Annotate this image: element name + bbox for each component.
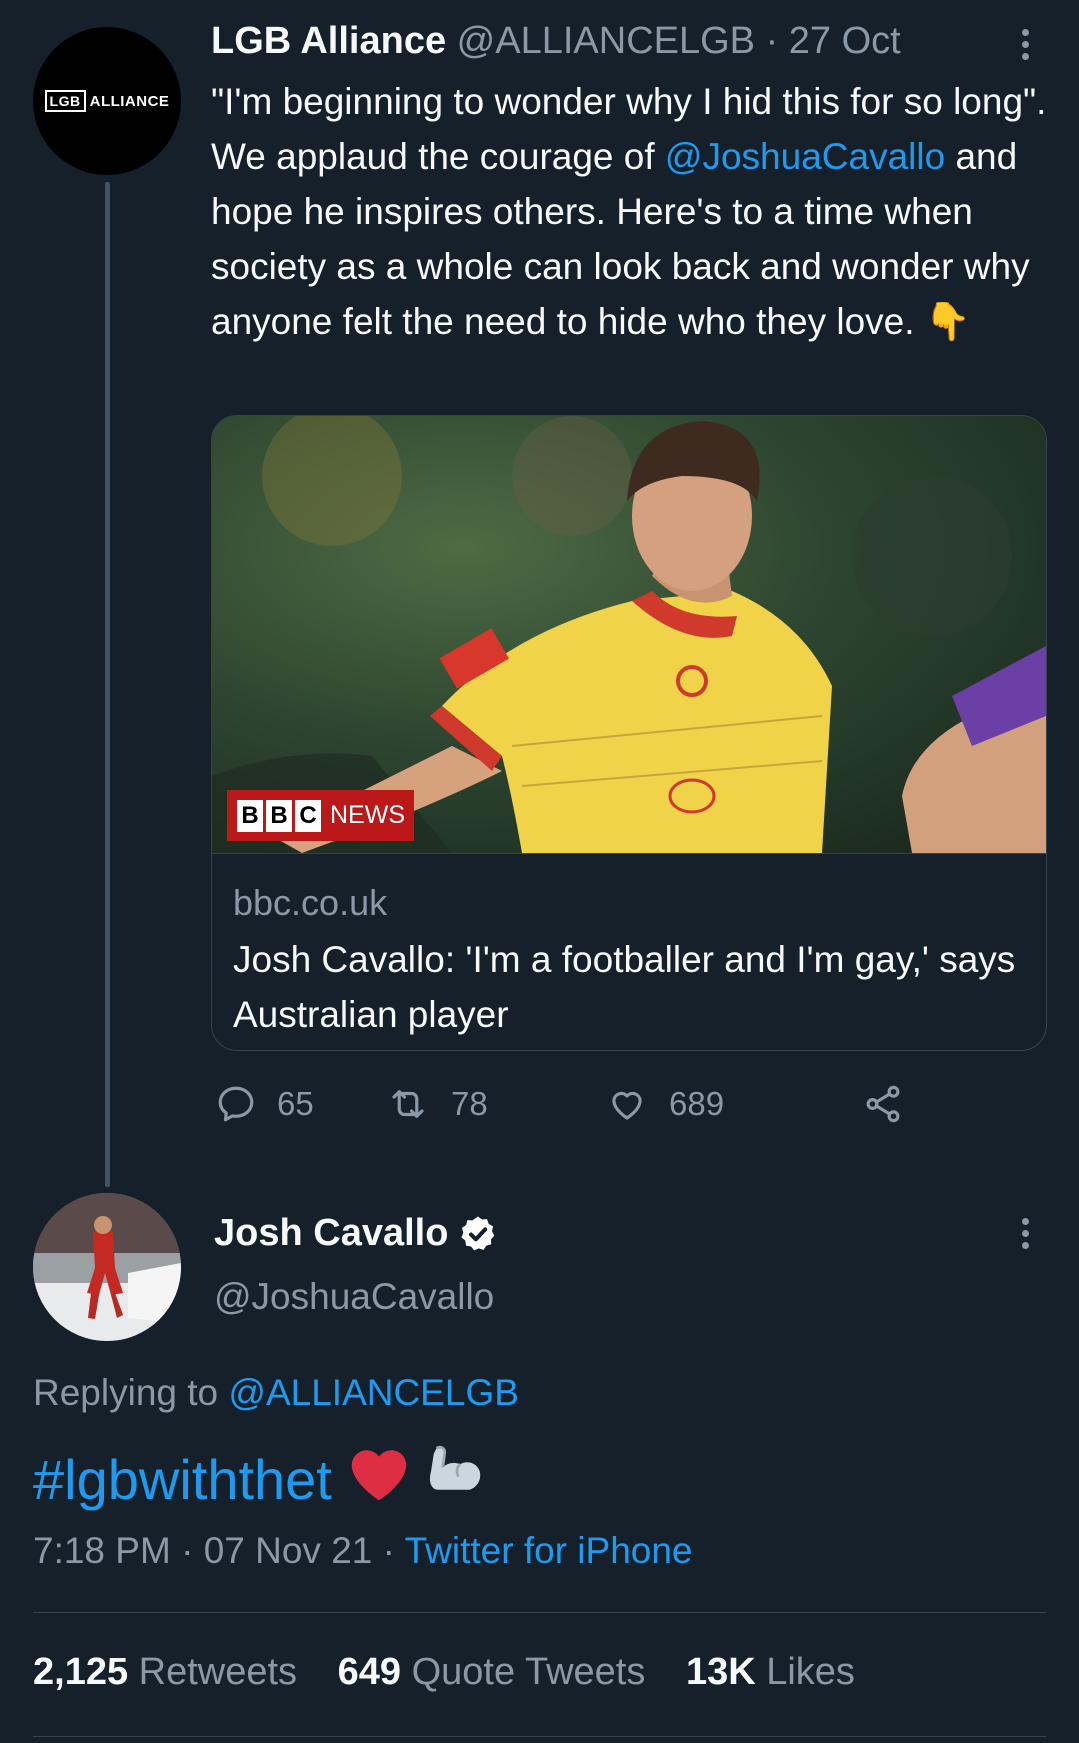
likes-stat[interactable]: 13K Likes <box>686 1651 855 1693</box>
like-button[interactable]: 689 <box>605 1083 724 1125</box>
tweet1-separator: · <box>765 20 779 62</box>
tweet2-date[interactable]: 07 Nov 21 <box>204 1530 373 1571</box>
retweet-icon <box>392 1090 424 1118</box>
tweet1-author-name[interactable]: LGB Alliance <box>211 20 446 62</box>
tweet2-source[interactable]: Twitter for iPhone <box>405 1530 693 1571</box>
josh-cavallo-avatar[interactable] <box>33 1193 181 1341</box>
share-icon <box>866 1085 900 1123</box>
tweet2-handle[interactable]: @JoshuaCavallo <box>214 1276 494 1318</box>
divider <box>33 1612 1046 1613</box>
heart-icon <box>612 1091 642 1120</box>
verified-badge-icon <box>461 1216 495 1250</box>
tweet1-text: "I'm beginning to wonder why I hid this … <box>211 81 1047 342</box>
reply-count: 65 <box>277 1085 314 1122</box>
tweet2-time[interactable]: 7:18 PM <box>33 1530 171 1571</box>
like-count: 689 <box>669 1085 725 1122</box>
retweet-count: 78 <box>451 1085 488 1122</box>
share-button[interactable] <box>861 1083 925 1125</box>
flexed-biceps-emoji <box>420 1440 486 1519</box>
mention-joshuacavallo[interactable]: @JoshuaCavallo <box>665 136 945 177</box>
tweet2-text: #lgbwiththet <box>33 1440 486 1519</box>
quote-tweets-stat[interactable]: 649 Quote Tweets <box>338 1651 646 1693</box>
tweet1-header: LGB Alliance @ALLIANCELGB · 27 Oct <box>211 20 901 63</box>
tweet1-action-bar: 65 78 689 <box>211 1083 1051 1133</box>
card-title: Josh Cavallo: 'I'm a footballer and I'm … <box>233 939 1016 1035</box>
tweet2-author[interactable]: Josh Cavallo <box>214 1212 498 1255</box>
card-image: B B C NEWS <box>212 416 1046 853</box>
thread-line <box>105 182 110 1187</box>
hashtag-lgbwiththet[interactable]: #lgbwiththet <box>33 1447 332 1512</box>
retweets-stat[interactable]: 2,125 Retweets <box>33 1651 297 1693</box>
footballer-photo <box>212 416 1046 853</box>
tweet2-more-icon[interactable] <box>1010 1213 1040 1253</box>
card-domain: bbc.co.uk <box>233 882 388 923</box>
tweet2-stats: 2,125 Retweets 649 Quote Tweets 13K Like… <box>33 1651 855 1694</box>
tweet2-meta: 7:18 PM · 07 Nov 21 · Twitter for iPhone <box>33 1530 693 1571</box>
card-meta: bbc.co.uk Josh Cavallo: 'I'm a footballe… <box>212 853 1046 1050</box>
avatar-photo <box>33 1193 181 1341</box>
lgb-alliance-avatar[interactable]: LGB ALLIANCE <box>33 27 181 175</box>
tweet1-handle[interactable]: @ALLIANCELGB <box>457 20 755 62</box>
tweet2-author-name: Josh Cavallo <box>214 1212 449 1254</box>
tweet1-more-icon[interactable] <box>1010 24 1040 64</box>
reply-icon <box>218 1086 254 1122</box>
tweet1-date[interactable]: 27 Oct <box>789 20 901 62</box>
lgb-alliance-logo: LGB ALLIANCE <box>44 90 170 112</box>
bbc-news-badge: B B C NEWS <box>227 790 414 841</box>
replying-to: Replying to @ALLIANCELGB <box>33 1372 519 1413</box>
pointing-down-emoji: 👇 <box>924 301 971 342</box>
divider-bottom <box>33 1736 1046 1737</box>
reply-button[interactable]: 65 <box>215 1083 314 1125</box>
link-card[interactable]: B B C NEWS bbc.co.uk Josh Cavallo: 'I'm … <box>211 415 1047 1051</box>
red-heart-emoji <box>346 1443 412 1516</box>
retweet-button[interactable]: 78 <box>385 1083 488 1125</box>
replying-to-mention[interactable]: @ALLIANCELGB <box>228 1372 519 1413</box>
